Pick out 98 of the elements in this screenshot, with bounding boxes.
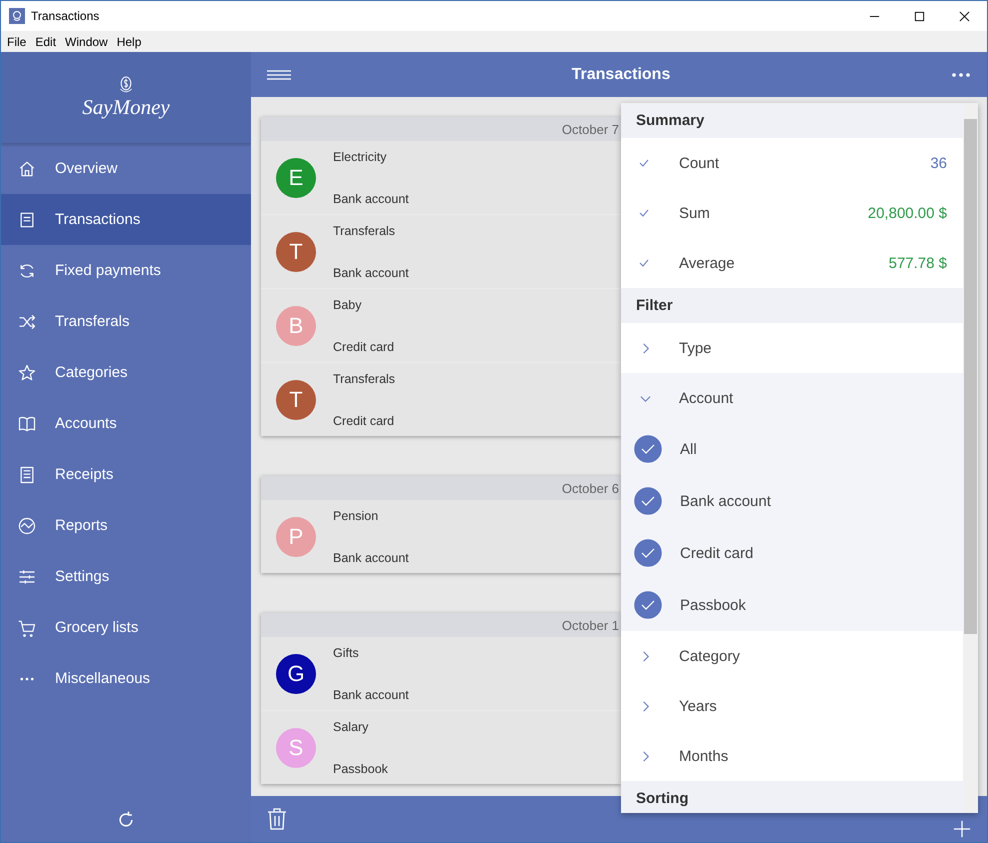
option-label: All xyxy=(680,440,697,458)
transaction-row[interactable]: E Electricity Bank account xyxy=(261,141,621,214)
category-avatar: G xyxy=(276,654,316,694)
category-name: Transferals xyxy=(333,372,396,386)
logo-icon xyxy=(118,75,134,95)
category-name: Gifts xyxy=(333,646,360,660)
category-avatar: E xyxy=(276,158,316,198)
window-title: Transactions xyxy=(31,9,100,23)
nav-item[interactable]: Grocery lists xyxy=(1,602,251,653)
dots-icon xyxy=(20,676,34,680)
nav-item[interactable]: Receipts xyxy=(1,449,251,500)
check-icon xyxy=(639,209,649,217)
nav-icon xyxy=(17,516,37,536)
nav-item[interactable]: Transferals xyxy=(1,296,251,347)
account-name: Bank account xyxy=(333,550,409,564)
transaction-row[interactable]: T Transferals Credit card xyxy=(261,362,621,436)
filter-label: Category xyxy=(679,648,741,664)
summary-label: Sum xyxy=(679,204,711,222)
option-label: Passbook xyxy=(680,596,746,614)
summary-value: 20,800.00 $ xyxy=(868,204,947,222)
category-avatar: T xyxy=(276,380,316,420)
date-heading: October 1 xyxy=(562,618,619,632)
section-heading: Filter xyxy=(636,297,673,314)
check-icon xyxy=(639,159,649,167)
menu-item[interactable]: File xyxy=(7,34,26,48)
category-name: Pension xyxy=(333,508,380,522)
date-heading: October 6 xyxy=(562,480,619,496)
page-title: Transactions xyxy=(570,66,672,84)
nav-item[interactable]: Reports xyxy=(1,500,251,551)
category-avatar: P xyxy=(276,516,316,556)
transaction-row[interactable]: B Baby Credit card xyxy=(261,288,621,362)
section-heading: Summary xyxy=(636,112,704,129)
transaction-row[interactable]: P Pension Bank account xyxy=(261,500,621,573)
transaction-row[interactable]: S Salary Passbook xyxy=(261,710,621,784)
summary-row[interactable]: Sum 20,800.00 $ xyxy=(621,188,963,238)
category-avatar: S xyxy=(276,728,316,768)
filter-row[interactable]: Category xyxy=(621,631,963,681)
maximize-icon[interactable] xyxy=(914,10,925,22)
checkbox[interactable] xyxy=(634,591,662,619)
category-avatar: T xyxy=(276,232,316,272)
nav-item[interactable]: Overview xyxy=(1,143,251,194)
summary-label: Average xyxy=(679,254,736,272)
account-name: Passbook xyxy=(333,762,388,776)
nav-item[interactable]: Accounts xyxy=(1,398,251,449)
category-name: Salary xyxy=(333,720,370,734)
summary-value: 577.78 $ xyxy=(888,254,947,272)
menu-item[interactable]: Help xyxy=(116,34,142,48)
option-label: Credit card xyxy=(680,544,754,562)
filter-row[interactable]: Years xyxy=(621,681,963,731)
filter-option[interactable]: Passbook xyxy=(621,579,963,631)
nav-item[interactable]: Categories xyxy=(1,347,251,398)
summary-value: 36 xyxy=(930,154,947,172)
category-name: Electricity xyxy=(333,150,388,164)
date-heading: October 7 xyxy=(562,122,619,136)
summary-label: Count xyxy=(679,154,720,172)
checkbox[interactable] xyxy=(634,539,662,567)
transaction-row[interactable]: G Gifts Bank account xyxy=(261,637,621,710)
nav-item[interactable]: Transactions xyxy=(1,194,251,245)
scrollbar[interactable] xyxy=(963,103,978,813)
delete-icon[interactable] xyxy=(267,807,287,831)
filter-option[interactable]: Credit card xyxy=(621,527,963,579)
nav-item[interactable]: Fixed payments xyxy=(1,245,251,296)
check-icon xyxy=(639,259,649,267)
option-label: Bank account xyxy=(680,492,771,510)
menu-item[interactable]: Edit xyxy=(35,34,56,48)
category-name: Transferals xyxy=(333,224,396,238)
account-name: Bank account xyxy=(333,266,409,280)
menu-icon[interactable] xyxy=(267,70,291,80)
account-name: Bank account xyxy=(333,192,409,206)
section-heading: Sorting xyxy=(636,790,688,807)
filter-label: Years xyxy=(679,698,718,714)
filter-row[interactable]: Account xyxy=(621,373,963,423)
summary-row[interactable]: Count 36 xyxy=(621,138,963,188)
account-name: Bank account xyxy=(333,688,409,702)
category-name: Baby xyxy=(333,298,362,312)
filter-row[interactable]: Months xyxy=(621,731,963,781)
category-avatar: B xyxy=(276,306,316,346)
nav-item[interactable]: Miscellaneous xyxy=(1,653,251,704)
add-icon[interactable] xyxy=(953,820,971,838)
nav-icon xyxy=(17,362,37,382)
nav-item[interactable]: Settings xyxy=(1,551,251,602)
more-icon[interactable] xyxy=(951,72,971,76)
summary-row[interactable]: Average 577.78 $ xyxy=(621,238,963,288)
filter-label: Months xyxy=(679,748,730,764)
transaction-row[interactable]: T Transferals Bank account xyxy=(261,214,621,288)
app-icon xyxy=(9,8,25,24)
filter-option[interactable]: All xyxy=(621,423,963,475)
filter-option[interactable]: Bank account xyxy=(621,475,963,527)
account-name: Credit card xyxy=(333,340,394,354)
menu-item[interactable]: Window xyxy=(65,34,108,48)
checkbox[interactable] xyxy=(634,487,662,515)
close-icon[interactable] xyxy=(959,10,970,22)
checkbox[interactable] xyxy=(634,435,662,463)
logo-text: SayMoney xyxy=(82,95,170,120)
filter-label: Type xyxy=(679,340,713,356)
filter-label: Account xyxy=(679,390,734,406)
filter-row[interactable]: Type xyxy=(621,323,963,373)
account-name: Credit card xyxy=(333,414,396,428)
